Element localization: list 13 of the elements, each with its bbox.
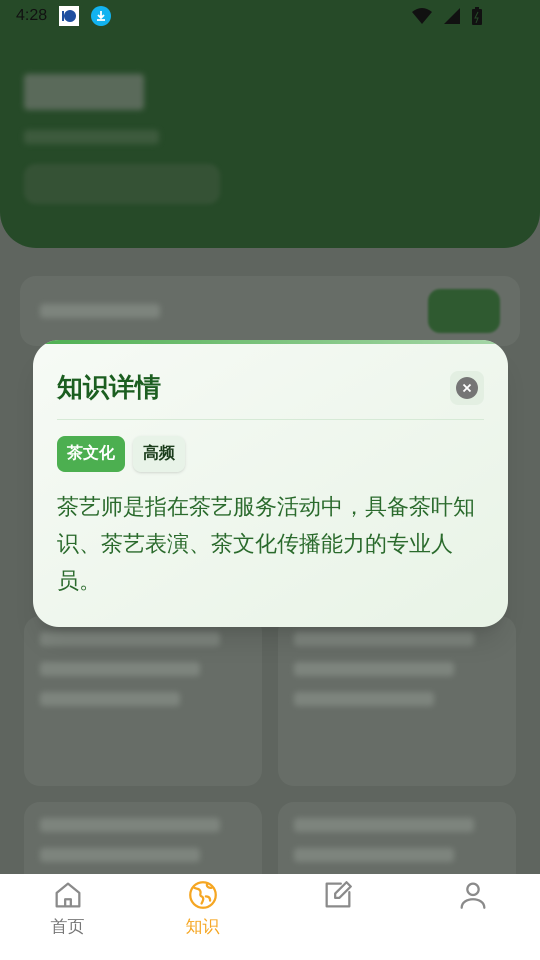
dialog-title: 知识详情 [57, 371, 161, 404]
battery-icon [472, 7, 482, 25]
status-time: 4:28 [16, 8, 48, 24]
close-icon [456, 376, 478, 398]
nav-item[interactable]: 首页 [0, 874, 135, 960]
close-button[interactable] [450, 370, 484, 404]
download-icon [91, 6, 112, 26]
tag: 茶文化 [57, 436, 125, 472]
signal-icon [444, 8, 460, 24]
wifi-icon [412, 8, 432, 24]
knowledge-text: 茶艺师是指在茶艺服务活动中，具备茶叶知识、茶艺表演、茶文化传播能力的专业人员。 [57, 493, 476, 595]
app-notification-icon [59, 6, 80, 26]
tag: 高频 [133, 436, 185, 472]
